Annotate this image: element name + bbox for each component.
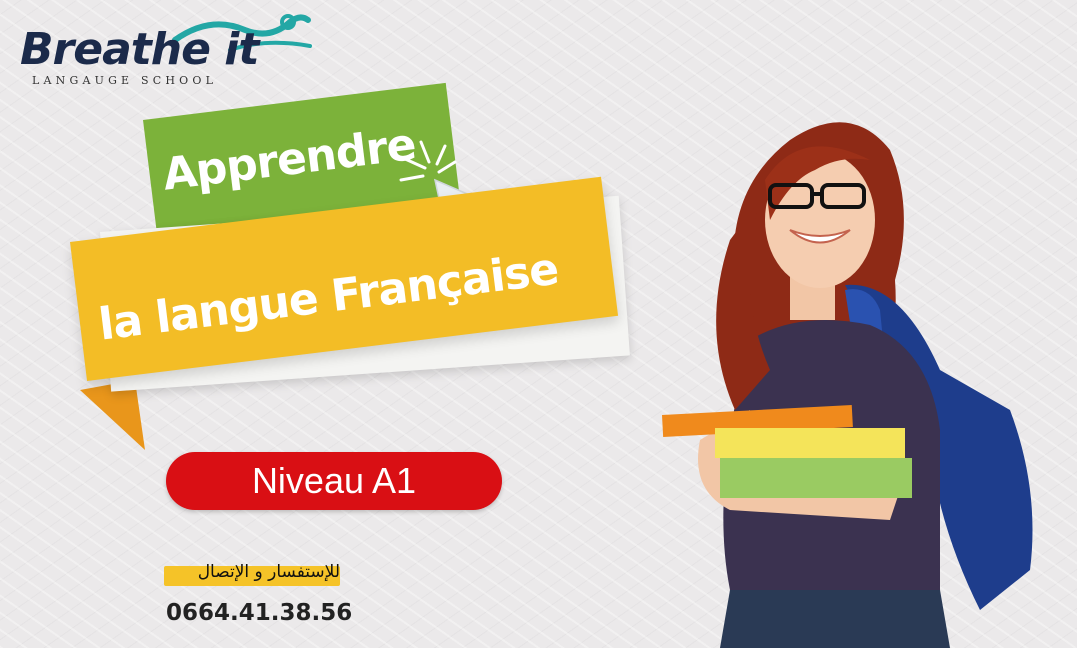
student-photo (662, 122, 1033, 648)
phone-number: 0664.41.38.56 (166, 600, 353, 626)
level-label: Niveau A1 (251, 460, 417, 501)
logo-wordmark: Breathe it (20, 24, 259, 75)
brand-logo: Breathe it LANGAUGE SCHOOL (20, 10, 312, 90)
contact-label: للإستفسار و الإتصال (197, 562, 340, 582)
logo-tagline: LANGAUGE SCHOOL (32, 74, 218, 87)
level-badge: Niveau A1 (166, 452, 502, 510)
